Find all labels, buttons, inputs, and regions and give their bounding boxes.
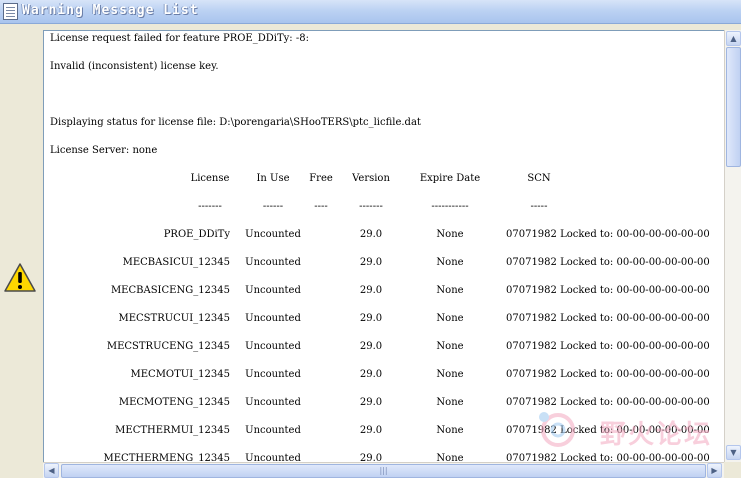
scn-cell: 07071982 Locked to: 00-00-00-00-00-00: [506, 369, 710, 380]
version-cell: 29.0: [359, 285, 383, 296]
separator: ------: [262, 201, 284, 212]
expire-date-cell: None: [436, 453, 464, 462]
separator: -----: [530, 201, 548, 212]
license-cell: MECTHERMUI_12345: [115, 425, 230, 436]
separator: ----: [314, 201, 328, 212]
scroll-right-button[interactable]: ▶: [707, 463, 722, 478]
window-title: Warning Message List: [22, 3, 199, 18]
vertical-scroll-thumb[interactable]: [726, 47, 741, 167]
message-text-area[interactable]: License request failed for feature PROE_…: [43, 30, 724, 462]
expire-date-cell: None: [436, 341, 464, 352]
message-line: Invalid (inconsistent) license key.: [50, 61, 219, 72]
separator: -----------: [431, 201, 469, 212]
in-use-cell: Uncounted: [245, 229, 301, 240]
warning-icon: [4, 263, 36, 292]
expire-date-cell: None: [436, 229, 464, 240]
in-use-cell: Uncounted: [245, 341, 301, 352]
scrollbar-corner: [724, 462, 741, 478]
in-use-cell: Uncounted: [245, 369, 301, 380]
scn-cell: 07071982 Locked to: 00-00-00-00-00-00: [506, 341, 710, 352]
in-use-cell: Uncounted: [245, 425, 301, 436]
expire-date-cell: None: [436, 313, 464, 324]
license-cell: MECBASICENG_12345: [110, 285, 230, 296]
separator: -------: [359, 201, 383, 212]
horizontal-scrollbar[interactable]: ◀ ||| ▶: [43, 462, 724, 478]
expire-date-cell: None: [436, 285, 464, 296]
scroll-up-button[interactable]: ▲: [726, 31, 741, 46]
message-line: License Server: none: [50, 145, 158, 156]
in-use-cell: Uncounted: [245, 257, 301, 268]
vertical-scrollbar[interactable]: ▲ ▼: [724, 30, 741, 462]
column-header-license: License: [190, 173, 230, 184]
horizontal-scroll-thumb[interactable]: |||: [61, 464, 706, 478]
separator: -------: [198, 201, 222, 212]
license-cell: MECTHERMENG_12345: [103, 453, 231, 462]
column-header-free: Free: [309, 173, 333, 184]
in-use-cell: Uncounted: [245, 453, 301, 462]
column-header-version: Version: [352, 173, 390, 184]
version-cell: 29.0: [359, 425, 383, 436]
scn-cell: 07071982 Locked to: 00-00-00-00-00-00: [506, 313, 710, 324]
column-header-in-use: In Use: [256, 173, 290, 184]
in-use-cell: Uncounted: [245, 397, 301, 408]
column-header-expire-date: Expire Date: [419, 173, 481, 184]
license-cell: MECSTRUCUI_12345: [118, 313, 230, 324]
scn-cell: 07071982 Locked to: 00-00-00-00-00-00: [506, 257, 710, 268]
license-cell: MECMOTUI_12345: [130, 369, 231, 380]
watermark-logo-icon: [539, 412, 575, 447]
column-header-scn: SCN: [527, 173, 551, 184]
version-cell: 29.0: [359, 341, 383, 352]
license-cell: MECMOTENG_12345: [118, 397, 230, 408]
message-line: License request failed for feature PROE_…: [50, 33, 309, 44]
license-cell: MECBASICUI_12345: [122, 257, 230, 268]
expire-date-cell: None: [436, 257, 464, 268]
version-cell: 29.0: [359, 257, 383, 268]
scroll-left-button[interactable]: ◀: [44, 463, 59, 478]
expire-date-cell: None: [436, 425, 464, 436]
scn-cell: 07071982 Locked to: 00-00-00-00-00-00: [506, 285, 710, 296]
license-cell: PROE_DDiTy: [163, 229, 230, 240]
version-cell: 29.0: [359, 229, 383, 240]
expire-date-cell: None: [436, 397, 464, 408]
scn-cell: 07071982 Locked to: 00-00-00-00-00-00: [506, 229, 710, 240]
expire-date-cell: None: [436, 369, 464, 380]
version-cell: 29.0: [359, 369, 383, 380]
license-cell: MECSTRUCENG_12345: [106, 341, 230, 352]
watermark-text: 野火论坛: [600, 420, 713, 450]
title-bar: Warning Message List: [0, 0, 741, 24]
version-cell: 29.0: [359, 313, 383, 324]
in-use-cell: Uncounted: [245, 313, 301, 324]
version-cell: 29.0: [359, 453, 383, 462]
watermark: 野火论坛: [532, 405, 732, 455]
message-line: Displaying status for license file: D:\p…: [50, 117, 421, 128]
version-cell: 29.0: [359, 397, 383, 408]
icon-pane: [0, 24, 43, 478]
document-icon: [3, 3, 18, 20]
in-use-cell: Uncounted: [245, 285, 301, 296]
